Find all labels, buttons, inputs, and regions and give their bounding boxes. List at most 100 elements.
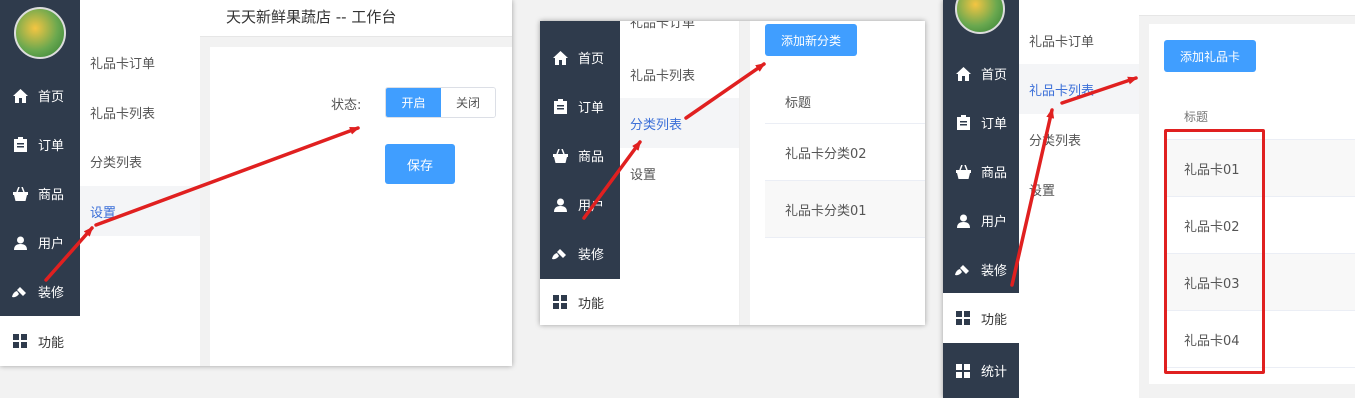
- grid-icon: [12, 333, 28, 349]
- submenu-item-giftcard-list[interactable]: 礼品卡列表: [620, 49, 739, 99]
- nav-item-label: 装修: [38, 286, 65, 301]
- nav-item-label: 用户: [981, 215, 1008, 230]
- submenu-item-settings[interactable]: 设置: [1019, 164, 1139, 214]
- main-nav: 首页 订单 商品 用户 装修: [943, 0, 1019, 293]
- nav-item-label: 功能: [38, 335, 65, 351]
- nav-item-users[interactable]: 用户: [943, 196, 1019, 245]
- submenu-item-category-list[interactable]: 分类列表: [80, 136, 200, 186]
- background-rows: [200, 160, 512, 310]
- table-header: 标题: [765, 79, 925, 124]
- main-nav: 首页 订单 商品 用户 装修 功能: [0, 0, 80, 366]
- nav-item-users[interactable]: 用户: [540, 180, 620, 229]
- submenu-item-category-list[interactable]: 分类列表: [620, 98, 739, 148]
- submenu-item-giftcard-list[interactable]: 礼品卡列表: [1019, 64, 1139, 114]
- nav-item-features[interactable]: 功能: [0, 316, 80, 366]
- nav-item-label: 订单: [578, 101, 605, 116]
- giftcard-submenu: 礼品卡订单 礼品卡列表 分类列表 设置: [80, 0, 200, 366]
- add-giftcard-button[interactable]: 添加礼品卡: [1164, 40, 1256, 72]
- nav-item-goods[interactable]: 商品: [943, 147, 1019, 196]
- category-name: 礼品卡分类01: [785, 203, 867, 219]
- brush-icon: [12, 284, 28, 300]
- basket-icon: [552, 148, 568, 164]
- submenu-item-giftcard-list[interactable]: 礼品卡列表: [80, 87, 200, 137]
- toggle-off-button[interactable]: 关闭: [441, 88, 495, 117]
- nav-item-label: 功能: [981, 312, 1008, 328]
- column-title-header: 标题: [1184, 110, 1209, 124]
- nav-item-label: 首页: [981, 68, 1008, 83]
- grid-icon: [955, 310, 971, 326]
- user-icon: [955, 213, 971, 229]
- page-title: 天天新鲜果蔬店 -- 工作台: [226, 8, 397, 26]
- giftcard-list-panel: 首页 订单 商品 用户 装修 功能 统计 礼品卡订单 礼品卡列表 分类列表 设置: [943, 0, 1355, 398]
- nav-item-label: 装修: [578, 248, 605, 263]
- submenu-item-giftcard-orders[interactable]: 礼品卡订单: [80, 37, 200, 87]
- nav-item-features[interactable]: 功能: [943, 293, 1019, 343]
- nav-item-label: 首页: [38, 90, 65, 105]
- nav-item-label: 商品: [981, 166, 1008, 181]
- category-list-panel: 首页 订单 商品 用户 装修 功能 礼品卡订单 礼品卡列表 分类列表 设置 添加…: [540, 21, 925, 325]
- home-icon: [552, 50, 568, 66]
- store-logo: [955, 0, 1005, 34]
- nav-item-label: 首页: [578, 52, 605, 67]
- table-row[interactable]: 礼品卡分类02: [765, 124, 925, 181]
- nav-item-label: 订单: [38, 139, 65, 154]
- home-icon: [955, 66, 971, 82]
- nav-item-home[interactable]: 首页: [0, 71, 80, 120]
- submenu-item-settings[interactable]: 设置: [620, 148, 739, 198]
- nav-item-label: 用户: [578, 199, 605, 214]
- user-icon: [552, 197, 568, 213]
- submenu-item-settings[interactable]: 设置: [80, 186, 200, 236]
- nav-item-users[interactable]: 用户: [0, 218, 80, 267]
- page-header: 天天新鲜果蔬店 -- 工作台: [200, 0, 512, 37]
- nav-item-label: 功能: [578, 296, 605, 312]
- nav-item-orders[interactable]: 订单: [540, 82, 620, 131]
- nav-item-features[interactable]: 功能: [540, 279, 620, 325]
- brush-icon: [955, 262, 971, 278]
- content-gap: [740, 21, 750, 325]
- nav-item-goods[interactable]: 商品: [0, 169, 80, 218]
- nav-item-label: 商品: [38, 188, 65, 203]
- clipboard-icon: [955, 115, 971, 131]
- highlight-box: [1164, 129, 1265, 374]
- nav-item-decor[interactable]: 装修: [540, 229, 620, 278]
- toggle-on-button[interactable]: 开启: [386, 88, 441, 117]
- submenu-item-category-list[interactable]: 分类列表: [1019, 114, 1139, 164]
- nav-item-stats[interactable]: 统计: [943, 343, 1019, 398]
- category-name: 礼品卡分类02: [785, 146, 867, 162]
- store-logo: [14, 7, 66, 59]
- nav-item-label: 商品: [578, 150, 605, 165]
- clipboard-icon: [552, 99, 568, 115]
- nav-item-label: 订单: [981, 117, 1008, 132]
- add-category-button[interactable]: 添加新分类: [765, 24, 857, 56]
- nav-item-decor[interactable]: 装修: [0, 267, 80, 316]
- brush-icon: [552, 246, 568, 262]
- grid-icon: [552, 294, 568, 310]
- column-title-header: 标题: [785, 95, 812, 111]
- submenu-item-giftcard-orders[interactable]: 礼品卡订单: [1019, 15, 1139, 65]
- user-icon: [12, 235, 28, 251]
- nav-item-goods[interactable]: 商品: [540, 131, 620, 180]
- nav-item-label: 统计: [981, 365, 1008, 380]
- basket-icon: [12, 186, 28, 202]
- status-label: 状态:: [331, 98, 362, 113]
- main-nav: 首页 订单 商品 用户 装修: [540, 21, 620, 279]
- category-table-area: 添加新分类 标题 礼品卡分类02 礼品卡分类01: [750, 21, 925, 325]
- settings-panel: 首页 订单 商品 用户 装修 功能 礼品卡订单 礼品卡列表 分类列表 设置 天天…: [0, 0, 512, 366]
- nav-item-decor[interactable]: 装修: [943, 245, 1019, 294]
- basket-icon: [955, 164, 971, 180]
- clipboard-icon: [12, 137, 28, 153]
- top-bar: [1139, 0, 1355, 16]
- submenu-item-giftcard-orders[interactable]: 礼品卡订单: [620, 21, 739, 41]
- nav-item-orders[interactable]: 订单: [943, 98, 1019, 147]
- nav-item-orders[interactable]: 订单: [0, 120, 80, 169]
- home-icon: [12, 88, 28, 104]
- table-row[interactable]: 礼品卡分类01: [765, 181, 925, 238]
- giftcard-submenu: 礼品卡订单 礼品卡列表 分类列表 设置: [1019, 0, 1139, 398]
- nav-item-label: 用户: [38, 237, 65, 252]
- giftcard-submenu: 礼品卡订单 礼品卡列表 分类列表 设置: [620, 21, 740, 325]
- nav-item-home[interactable]: 首页: [540, 33, 620, 82]
- status-toggle: 开启 关闭: [385, 87, 496, 118]
- nav-item-home[interactable]: 首页: [943, 49, 1019, 98]
- nav-item-label: 装修: [981, 264, 1008, 279]
- grid-icon: [955, 363, 971, 379]
